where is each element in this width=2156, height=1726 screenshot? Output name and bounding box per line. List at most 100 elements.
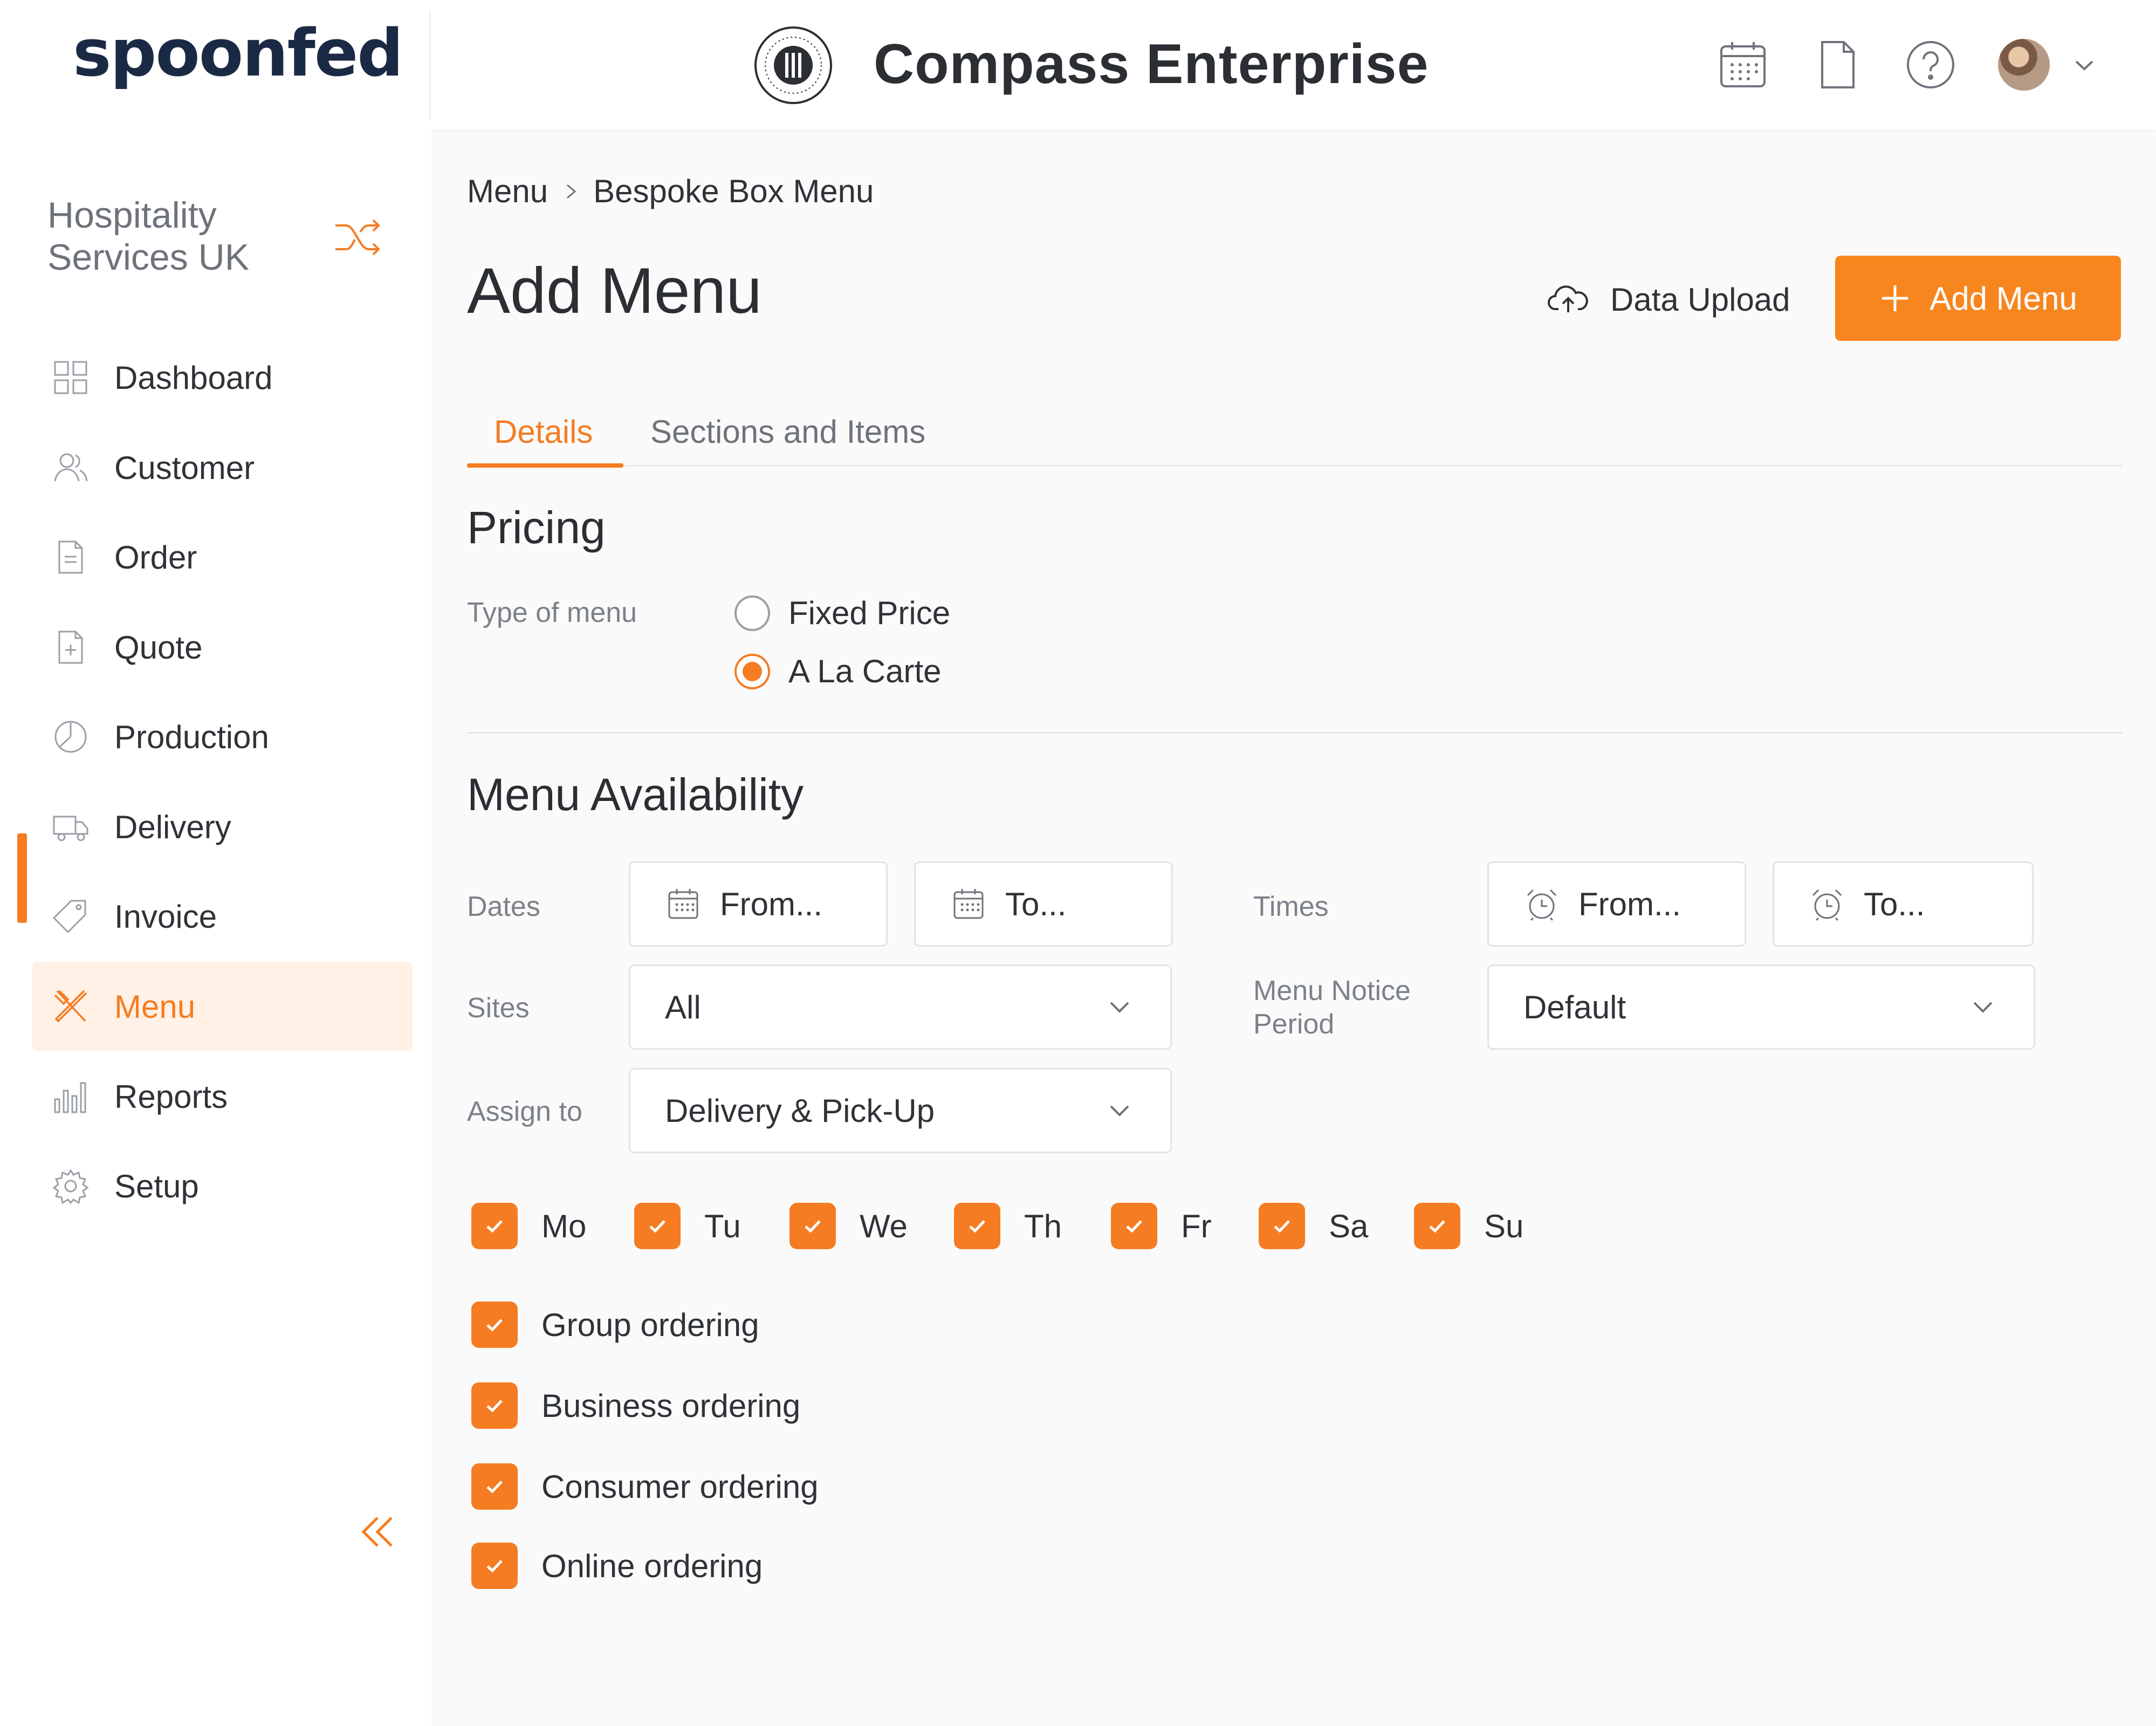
option-label: Group ordering xyxy=(541,1306,759,1343)
time-to-input[interactable]: To... xyxy=(1773,861,2034,947)
cloud-upload-icon xyxy=(1548,285,1588,312)
plus-icon xyxy=(1882,285,1908,311)
sidebar-item-invoice[interactable]: Invoice xyxy=(32,872,413,961)
alarm-clock-icon xyxy=(1527,889,1557,921)
chevron-down-icon xyxy=(1110,1105,1129,1117)
bar-chart-icon xyxy=(54,1082,86,1113)
sidebar-item-label: Setup xyxy=(114,1168,199,1204)
day-checkbox-su[interactable]: Su xyxy=(1414,1203,1523,1249)
hospitality-services-seal-icon xyxy=(754,26,832,104)
check-icon xyxy=(486,1560,503,1573)
sidebar-item-delivery[interactable]: Delivery xyxy=(32,782,413,872)
calendar-icon xyxy=(668,889,698,919)
active-tab-underline xyxy=(467,463,623,468)
menu-notice-period-value: Default xyxy=(1523,989,1626,1025)
chevron-down-icon[interactable] xyxy=(2071,52,2098,79)
checkbox-checked[interactable] xyxy=(471,1203,518,1249)
sidebar-item-customer[interactable]: Customer xyxy=(32,423,413,512)
date-from-input[interactable]: From... xyxy=(629,861,888,947)
user-avatar[interactable] xyxy=(1998,39,2050,91)
day-checkbox-we[interactable]: We xyxy=(789,1203,908,1249)
date-to-placeholder: To... xyxy=(1005,886,1067,922)
option-label: Business ordering xyxy=(541,1387,801,1424)
sidebar-item-label: Reports xyxy=(114,1078,228,1115)
calendar-icon[interactable] xyxy=(1716,38,1770,92)
document-icon xyxy=(58,540,83,574)
fixed-price-label[interactable]: Fixed Price xyxy=(788,594,950,632)
checkbox-checked[interactable] xyxy=(471,1463,518,1510)
dates-label: Dates xyxy=(467,891,540,922)
sidebar-item-label: Order xyxy=(114,539,197,576)
day-label: Mo xyxy=(541,1208,587,1244)
check-icon xyxy=(486,1481,503,1494)
assign-to-select[interactable]: Delivery & Pick-Up xyxy=(629,1068,1172,1153)
breadcrumb: Menu Bespoke Box Menu xyxy=(467,173,874,210)
checkbox-checked[interactable] xyxy=(471,1543,518,1589)
sidebar-item-production[interactable]: Production xyxy=(32,692,413,782)
type-of-menu-label: Type of menu xyxy=(467,597,637,628)
users-icon xyxy=(54,453,88,482)
document-icon[interactable] xyxy=(1810,38,1864,92)
day-checkbox-sa[interactable]: Sa xyxy=(1259,1203,1368,1249)
tab-details[interactable]: Details xyxy=(494,396,593,467)
sites-value: All xyxy=(665,989,701,1025)
checkbox-checked[interactable] xyxy=(954,1203,1000,1249)
check-icon xyxy=(486,1319,503,1332)
sidebar-item-setup[interactable]: Setup xyxy=(32,1141,413,1231)
fixed-price-radio[interactable] xyxy=(734,595,770,631)
sidebar-item-reports[interactable]: Reports xyxy=(32,1052,413,1141)
sidebar-item-dashboard[interactable]: Dashboard xyxy=(32,333,413,422)
day-checkbox-fr[interactable]: Fr xyxy=(1111,1203,1212,1249)
help-icon[interactable] xyxy=(1904,38,1958,92)
spoonfed-logo[interactable]: spoonfed xyxy=(73,16,403,91)
day-label: Th xyxy=(1024,1208,1062,1244)
breadcrumb-current: Bespoke Box Menu xyxy=(593,173,874,209)
tab-sections-and-items[interactable]: Sections and Items xyxy=(650,396,925,467)
a-la-carte-radio[interactable] xyxy=(734,654,770,689)
grid-icon xyxy=(54,361,87,394)
menu-notice-period-select[interactable]: Default xyxy=(1487,964,2035,1050)
day-label: Sa xyxy=(1329,1208,1369,1244)
data-upload-button[interactable]: Data Upload xyxy=(1548,270,1790,329)
switch-organisation-shuffle-icon[interactable] xyxy=(333,216,382,259)
chevron-down-icon xyxy=(1110,1002,1129,1013)
sidebar-item-order[interactable]: Order xyxy=(32,512,413,602)
day-checkbox-tu[interactable]: Tu xyxy=(634,1203,741,1249)
sidebar-item-label: Dashboard xyxy=(114,359,273,396)
sidebar-item-quote[interactable]: Quote xyxy=(32,602,413,692)
header-divider xyxy=(429,11,431,119)
time-from-placeholder: From... xyxy=(1578,886,1681,922)
checkbox-checked[interactable] xyxy=(1259,1203,1305,1249)
day-checkbox-mo[interactable]: Mo xyxy=(471,1203,586,1249)
checkbox-checked[interactable] xyxy=(471,1382,518,1429)
sites-select[interactable]: All xyxy=(629,964,1172,1050)
online-ordering-checkbox[interactable]: Online ordering xyxy=(471,1543,763,1589)
truck-icon xyxy=(53,816,88,841)
consumer-ordering-checkbox[interactable]: Consumer ordering xyxy=(471,1463,819,1510)
alarm-clock-icon xyxy=(1812,889,1842,921)
cutlery-icon xyxy=(54,990,87,1023)
a-la-carte-label[interactable]: A La Carte xyxy=(788,653,942,690)
sidebar-item-label: Production xyxy=(114,718,269,755)
option-label: Consumer ordering xyxy=(541,1468,819,1505)
checkbox-checked[interactable] xyxy=(1111,1203,1157,1249)
checkbox-checked[interactable] xyxy=(634,1203,681,1249)
active-nav-indicator xyxy=(17,833,27,923)
group-ordering-checkbox[interactable]: Group ordering xyxy=(471,1302,759,1348)
time-from-input[interactable]: From... xyxy=(1487,861,1746,947)
add-menu-button[interactable]: Add Menu xyxy=(1835,256,2121,341)
date-to-input[interactable]: To... xyxy=(914,861,1173,947)
checkbox-checked[interactable] xyxy=(471,1302,518,1348)
day-checkbox-th[interactable]: Th xyxy=(954,1203,1062,1249)
breadcrumb-parent-link[interactable]: Menu xyxy=(467,173,548,210)
checkbox-checked[interactable] xyxy=(789,1203,836,1249)
checkbox-checked[interactable] xyxy=(1414,1203,1460,1249)
business-ordering-checkbox[interactable]: Business ordering xyxy=(471,1382,800,1429)
sidebar-item-menu[interactable]: Menu xyxy=(32,962,413,1051)
day-label: Fr xyxy=(1181,1208,1212,1244)
chevron-down-icon xyxy=(1973,1002,1993,1013)
sidebar-item-label: Quote xyxy=(114,629,203,666)
collapse-sidebar-icon[interactable] xyxy=(356,1510,399,1553)
top-header: spoonfed Compass Enterprise xyxy=(0,0,2156,129)
tag-icon xyxy=(52,900,86,934)
